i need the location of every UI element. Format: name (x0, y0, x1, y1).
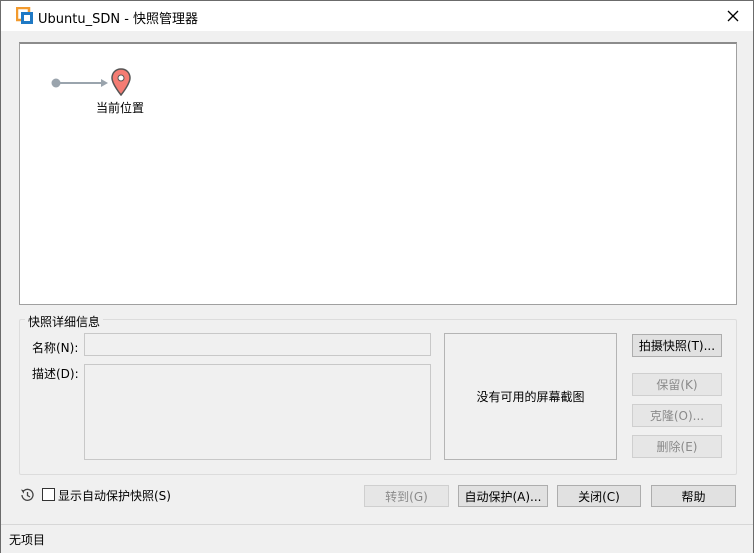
goto-button[interactable]: 转到(G) (364, 485, 449, 507)
history-clock-icon (19, 487, 35, 503)
snapshot-details-title: 快照详细信息 (25, 313, 104, 330)
screenshot-placeholder-text: 没有可用的屏幕截图 (476, 390, 585, 404)
delete-button[interactable]: 删除(E) (632, 435, 722, 458)
clone-button[interactable]: 克隆(O)... (632, 404, 722, 427)
snapshot-tree-panel[interactable]: 当前位置 (19, 42, 737, 305)
tree-connector-arrow-icon (51, 78, 108, 88)
name-input[interactable] (84, 333, 431, 356)
take-snapshot-button[interactable]: 拍摄快照(T)... (632, 334, 722, 357)
status-text: 无项目 (9, 533, 46, 547)
snapshot-manager-window: Ubuntu_SDN - 快照管理器 当前位置 快照详细信息 名称(N): 描述… (0, 0, 754, 553)
show-autoprotect-checkbox[interactable] (42, 488, 55, 501)
current-location-pin-icon[interactable] (110, 68, 132, 96)
screenshot-preview: 没有可用的屏幕截图 (444, 333, 617, 460)
description-textarea[interactable] (84, 364, 431, 460)
close-button[interactable]: 关闭(C) (557, 485, 641, 507)
name-label: 名称(N): (32, 341, 79, 355)
autoprotect-button[interactable]: 自动保护(A)... (458, 485, 548, 507)
description-label: 描述(D): (32, 367, 79, 381)
help-button[interactable]: 帮助 (651, 485, 736, 507)
show-autoprotect-label[interactable]: 显示自动保护快照(S) (58, 487, 171, 504)
status-bar: 无项目 (1, 524, 753, 553)
close-icon[interactable] (719, 4, 747, 28)
title-bar: Ubuntu_SDN - 快照管理器 (1, 1, 753, 31)
window-title: Ubuntu_SDN - 快照管理器 (38, 12, 199, 27)
current-location-label[interactable]: 当前位置 (96, 99, 144, 116)
keep-button[interactable]: 保留(K) (632, 373, 722, 396)
vmware-app-icon (15, 6, 34, 25)
